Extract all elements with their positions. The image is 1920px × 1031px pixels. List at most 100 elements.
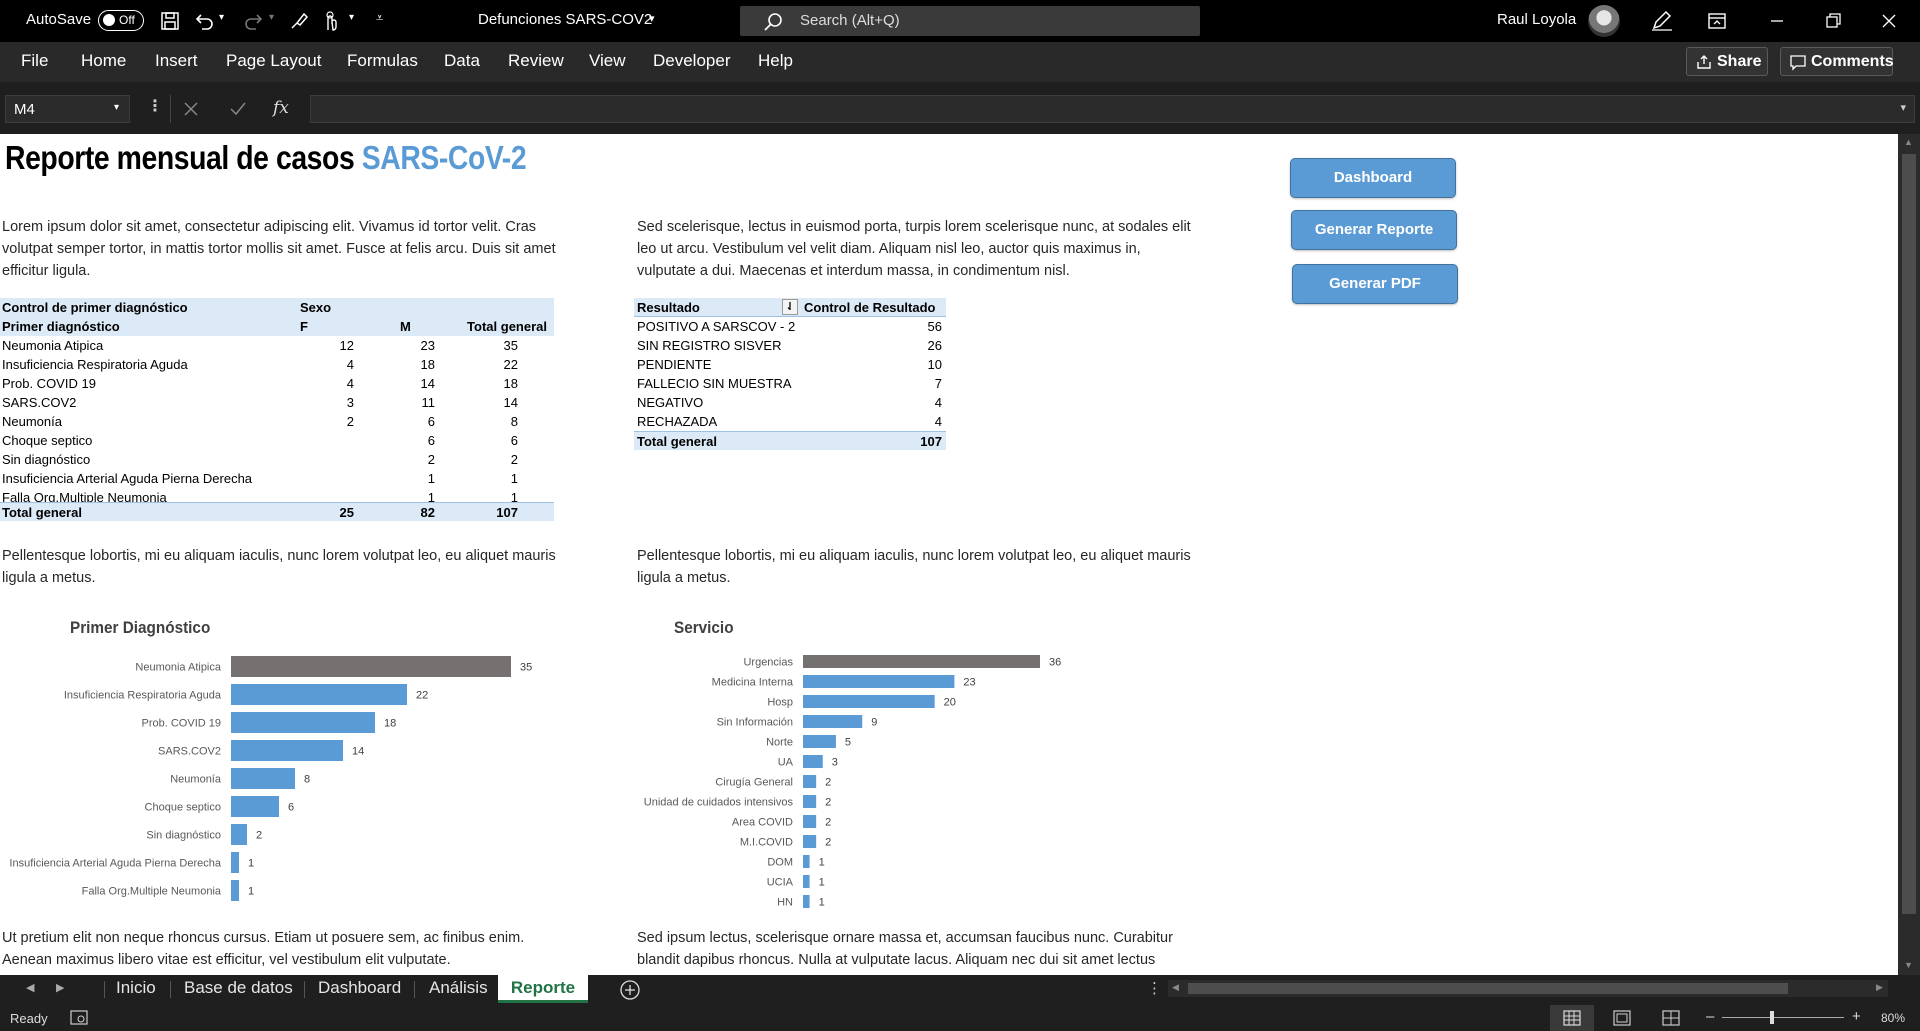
bar[interactable]	[803, 795, 817, 808]
zoom-slider-thumb[interactable]	[1770, 1011, 1774, 1024]
avatar[interactable]	[1588, 5, 1620, 37]
bar[interactable]	[803, 855, 810, 868]
bar[interactable]	[231, 796, 279, 817]
pen-icon[interactable]	[1650, 10, 1674, 32]
worksheet[interactable]: Reporte mensual de casos SARS-CoV-2 Dash…	[0, 134, 1898, 975]
more-options-icon[interactable]: ⋮	[147, 96, 163, 116]
filter-dropdown-icon[interactable]: ⇃	[782, 299, 798, 315]
bar[interactable]	[231, 740, 343, 761]
menu-review[interactable]: Review	[508, 51, 564, 71]
share-button[interactable]: Share	[1686, 47, 1768, 76]
menu-insert[interactable]: Insert	[155, 51, 198, 71]
tab-scroll-right-icon[interactable]: ▶	[56, 981, 64, 994]
touch-dropdown-icon[interactable]: ▾	[349, 12, 354, 23]
autosave-toggle[interactable]: Off	[98, 10, 144, 31]
zoom-in-icon[interactable]: +	[1852, 1008, 1861, 1025]
tab-analisis[interactable]: Análisis	[429, 975, 488, 1003]
expand-formula-icon[interactable]: ▾	[1900, 101, 1906, 114]
page-layout-view-icon[interactable]	[1613, 1010, 1631, 1026]
tab-dashboard[interactable]: Dashboard	[318, 975, 401, 1003]
ribbon-display-icon[interactable]	[1707, 12, 1727, 30]
tab-split-icon[interactable]: ⋮	[1147, 979, 1162, 997]
bar[interactable]	[803, 715, 863, 728]
tab-scroll-left-icon[interactable]: ◀	[26, 981, 34, 994]
restore-icon[interactable]	[1824, 12, 1842, 30]
bar[interactable]	[803, 875, 810, 888]
zoom-level[interactable]: 80%	[1881, 1011, 1905, 1025]
bar[interactable]	[231, 712, 375, 733]
scroll-up-icon[interactable]: ▲	[1904, 137, 1913, 147]
user-name[interactable]: Raul Loyola	[1497, 11, 1576, 28]
document-title[interactable]: Defunciones SARS-COV2	[478, 11, 652, 28]
pivot-table-resultado[interactable]: Resultado ⇃ Control de Resultado POSITIV…	[634, 298, 946, 450]
chart-servicio[interactable]: Urgencias 36Medicina Interna 23Hosp 20Sin I…	[600, 650, 1160, 909]
menu-data[interactable]: Data	[444, 51, 480, 71]
tab-base-de-datos[interactable]: Base de datos	[184, 975, 293, 1003]
hscroll-right-icon[interactable]: ▶	[1876, 982, 1883, 993]
bar[interactable]	[231, 824, 247, 845]
bar[interactable]	[803, 815, 817, 828]
page-break-view-icon[interactable]	[1662, 1010, 1680, 1026]
tab-inicio[interactable]: Inicio	[116, 975, 156, 1003]
bar[interactable]	[231, 768, 295, 789]
search-box[interactable]: Search (Alt+Q)	[740, 6, 1200, 36]
bar[interactable]	[803, 835, 817, 848]
close-icon[interactable]	[1880, 12, 1898, 30]
hscroll-left-icon[interactable]: ◀	[1172, 982, 1179, 993]
redo-icon[interactable]	[243, 11, 265, 31]
menu-file[interactable]: File	[21, 51, 48, 71]
menu-help[interactable]: Help	[758, 51, 793, 71]
bar[interactable]	[803, 675, 955, 688]
tab-reporte[interactable]: Reporte	[498, 975, 588, 1003]
add-sheet-icon[interactable]	[619, 979, 641, 1001]
bar[interactable]	[231, 656, 511, 677]
minimize-icon[interactable]	[1768, 12, 1786, 30]
bar[interactable]	[231, 684, 407, 705]
bar[interactable]	[803, 755, 823, 768]
name-box[interactable]: M4 ▾	[5, 95, 130, 123]
menu-view[interactable]: View	[589, 51, 626, 71]
bar[interactable]	[803, 775, 817, 788]
menu-page-layout[interactable]: Page Layout	[226, 51, 321, 71]
bar[interactable]	[803, 895, 810, 908]
bar[interactable]	[231, 880, 239, 901]
touch-mode-icon[interactable]	[320, 10, 340, 32]
vertical-scrollbar[interactable]: ▲ ▼	[1898, 134, 1920, 975]
enter-icon[interactable]	[229, 101, 247, 117]
generar-pdf-button[interactable]: Generar PDF	[1292, 264, 1458, 304]
scroll-down-icon[interactable]: ▼	[1904, 960, 1913, 970]
vertical-scroll-thumb[interactable]	[1902, 154, 1916, 914]
bar[interactable]	[803, 695, 935, 708]
title-dropdown-icon[interactable]: ▾	[649, 12, 655, 25]
customize-qat-icon[interactable]: ⩡	[376, 10, 383, 26]
generar-reporte-button[interactable]: Generar Reporte	[1291, 210, 1457, 250]
redo-dropdown-icon[interactable]: ▾	[269, 12, 274, 23]
insert-function-icon[interactable]: fx	[273, 98, 289, 118]
dashboard-button[interactable]: Dashboard	[1290, 158, 1456, 198]
undo-dropdown-icon[interactable]: ▾	[219, 12, 224, 23]
cancel-icon[interactable]	[183, 101, 199, 117]
pivot2-row-value: 4	[934, 414, 942, 429]
bar[interactable]	[803, 655, 1040, 668]
horizontal-scrollbar[interactable]: ◀ ▶	[1168, 980, 1888, 997]
brush-icon[interactable]	[288, 10, 310, 32]
bar[interactable]	[231, 852, 239, 873]
bottom-paragraph-right: Sed ipsum lectus, scelerisque ornare mas…	[637, 930, 1173, 968]
menu-developer[interactable]: Developer	[653, 51, 731, 71]
horizontal-scroll-thumb[interactable]	[1188, 983, 1788, 994]
normal-view-button[interactable]	[1550, 1005, 1594, 1031]
menu-home[interactable]: Home	[81, 51, 126, 71]
save-icon[interactable]	[160, 11, 180, 31]
zoom-out-icon[interactable]: –	[1706, 1008, 1714, 1025]
accessibility-icon[interactable]	[70, 1010, 88, 1026]
name-box-dropdown-icon[interactable]: ▾	[114, 102, 119, 113]
comments-button[interactable]: Comments	[1780, 47, 1894, 76]
title-main: Reporte mensual de casos	[5, 139, 362, 176]
menu-formulas[interactable]: Formulas	[347, 51, 418, 71]
pivot-table-diagnostico[interactable]: Control de primer diagnóstico Sexo Prime…	[0, 298, 554, 528]
chart-primer-diagnostico[interactable]: Neumonia Atipica 35 Insuficiencia Respirat…	[0, 650, 600, 901]
formula-input[interactable]: ▾	[310, 95, 1915, 123]
undo-icon[interactable]	[193, 11, 215, 31]
bar[interactable]	[803, 735, 836, 748]
zoom-slider[interactable]	[1722, 1017, 1844, 1018]
